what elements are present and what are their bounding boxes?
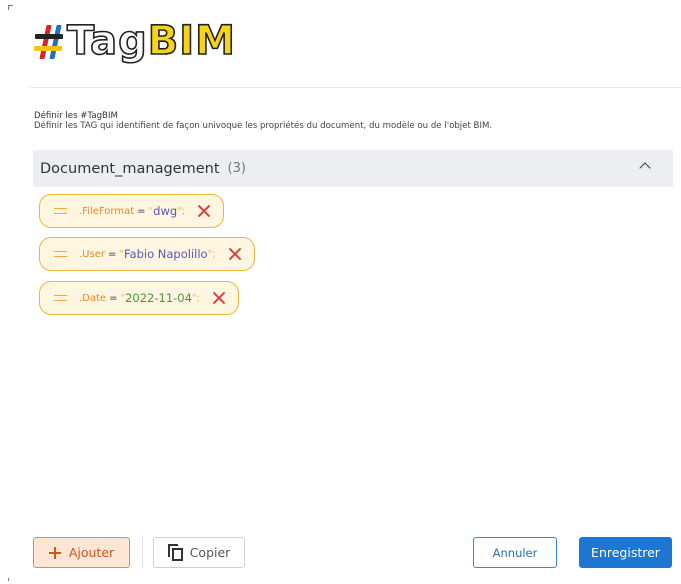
tag-key: .FileFormat bbox=[79, 205, 135, 217]
tag-value: dwg bbox=[153, 204, 178, 218]
copy-icon bbox=[167, 544, 183, 561]
hash-logo-icon bbox=[34, 21, 64, 61]
plus-icon bbox=[48, 546, 61, 559]
header-divider bbox=[30, 87, 681, 88]
copy-button-label: Copier bbox=[189, 545, 231, 560]
tag-close-quote: "; bbox=[191, 292, 200, 304]
group-header-document-management[interactable]: Document_management (3) bbox=[33, 150, 673, 187]
tag-item[interactable]: .Date = " 2022-11-04 "; bbox=[39, 281, 239, 315]
tag-item[interactable]: .FileFormat = " dwg "; bbox=[39, 194, 225, 228]
button-separator bbox=[142, 537, 143, 568]
tag-value: 2022-11-04 bbox=[125, 291, 192, 305]
cancel-button-label: Annuler bbox=[492, 545, 538, 560]
tag-value: Fabio Napolillo bbox=[123, 247, 208, 261]
tag-close-quote: "; bbox=[177, 205, 186, 217]
section-description: Définir les TAG qui identifient de façon… bbox=[34, 121, 493, 131]
chevron-up-icon[interactable] bbox=[639, 162, 651, 174]
group-title: Document_management bbox=[40, 160, 220, 177]
copy-button[interactable]: Copier bbox=[153, 537, 245, 568]
drag-handle-icon[interactable] bbox=[54, 208, 67, 214]
tag-key: .User bbox=[79, 248, 105, 260]
tag-equals: = bbox=[109, 292, 118, 304]
delete-tag-icon[interactable] bbox=[212, 291, 226, 305]
corner-mark-bottom bbox=[8, 578, 12, 581]
delete-tag-icon[interactable] bbox=[197, 204, 211, 218]
tag-key: .Date bbox=[79, 292, 107, 304]
group-count: (3) bbox=[227, 161, 246, 176]
section-heading: Définir les #TagBIM bbox=[34, 111, 118, 121]
logo-bim-text: BIM bbox=[147, 18, 236, 64]
cancel-button[interactable]: Annuler bbox=[473, 537, 557, 568]
save-button[interactable]: Enregistrer bbox=[579, 537, 672, 568]
tag-item[interactable]: .User = " Fabio Napolillo "; bbox=[39, 237, 255, 271]
tagbim-logo: Tag BIM bbox=[34, 16, 236, 66]
logo-tag-text: Tag bbox=[66, 18, 148, 64]
add-button-label: Ajouter bbox=[68, 545, 115, 560]
tag-equals: = bbox=[137, 205, 146, 217]
delete-tag-icon[interactable] bbox=[228, 247, 242, 261]
add-button[interactable]: Ajouter bbox=[33, 537, 130, 568]
save-button-label: Enregistrer bbox=[591, 545, 660, 560]
drag-handle-icon[interactable] bbox=[54, 295, 67, 301]
corner-mark bbox=[8, 5, 13, 10]
tag-equals: = bbox=[107, 248, 117, 260]
drag-handle-icon[interactable] bbox=[54, 251, 67, 257]
tag-close-quote: "; bbox=[207, 248, 216, 260]
